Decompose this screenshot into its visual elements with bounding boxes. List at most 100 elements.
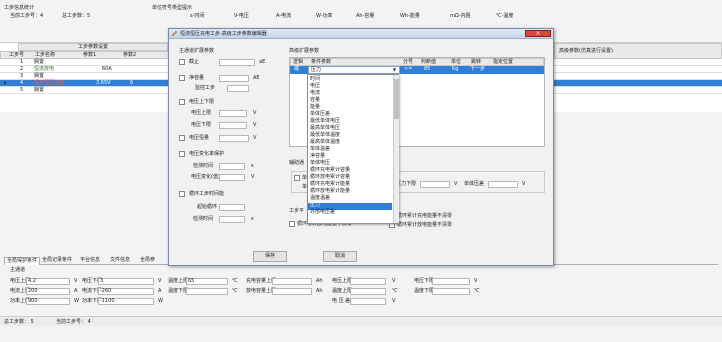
dropdown-item[interactable]: 温度温差	[308, 196, 392, 203]
net-cap-option[interactable]: 净容量 AE	[179, 75, 285, 83]
loop-time-label: 检测时间	[193, 216, 214, 222]
detect-time-unit: s	[251, 163, 254, 169]
param-select-value: 压力	[311, 67, 322, 73]
loop-energy-left-checkbox[interactable]	[289, 221, 295, 227]
power-upper-input[interactable]: 900	[26, 298, 70, 305]
aux-cell-checkbox[interactable]	[294, 175, 300, 181]
current-lower-input[interactable]: -260	[98, 288, 154, 295]
aux-temp-upper-input[interactable]	[350, 288, 386, 295]
voltage-limit-option[interactable]: 电压上下限	[179, 99, 285, 107]
v-upper-unit: V	[253, 110, 257, 116]
single-diff-input[interactable]	[488, 181, 518, 188]
field-unit: ℃	[474, 288, 480, 294]
voltage-rate-option[interactable]: 电压变化率保护	[179, 151, 285, 159]
cutoff-checkbox[interactable]	[179, 59, 185, 65]
voltage-limit-checkbox[interactable]	[179, 99, 185, 105]
loop-start-input[interactable]	[219, 204, 245, 211]
field-label: 电压上限	[332, 278, 353, 284]
tab-global-protect[interactable]: 全局保护条件	[4, 257, 41, 265]
cutoff-option[interactable]: 截止 aE	[179, 59, 285, 67]
col-header: 参数1	[83, 52, 97, 58]
voltage-change-unit: V	[251, 174, 255, 180]
row-no: 1	[20, 59, 24, 65]
dropdown-item[interactable]: 容量	[308, 98, 392, 105]
col-header: 跳转	[471, 59, 482, 65]
dropdown-item[interactable]: 外部电压差	[308, 210, 392, 217]
field-label: 温度上限	[332, 288, 353, 294]
field-unit: V	[392, 278, 396, 284]
discharge-cap-upper-input[interactable]	[272, 288, 312, 295]
loop-step-option[interactable]: 循环工步时间能	[179, 191, 285, 199]
cutoff-input[interactable]	[219, 59, 255, 66]
aux-temp-lower-input[interactable]	[432, 288, 470, 295]
temp-lower-input[interactable]	[186, 288, 228, 295]
voltage-const-input[interactable]	[219, 135, 249, 142]
field-unit: W	[74, 298, 79, 304]
save-button[interactable]: 保存	[253, 251, 287, 262]
dropdown-item[interactable]: 时间	[308, 77, 392, 84]
voltage-const-checkbox[interactable]	[179, 135, 185, 141]
loop-step-checkbox[interactable]	[179, 191, 185, 197]
v-lower-unit: V	[253, 122, 257, 128]
tab-global-params[interactable]: 全局参	[140, 258, 155, 263]
row-pointer-icon: ▸	[4, 80, 7, 86]
param-select[interactable]: 压力 ▼	[308, 66, 400, 74]
tab-global-record[interactable]: 全局记录条件	[42, 258, 72, 263]
loop-time-unit: s	[251, 216, 254, 222]
voltage-const-label: 电压恒量	[189, 135, 210, 141]
total-steps-label: 总工步数：5	[62, 13, 91, 19]
col-header: 参数2	[123, 52, 137, 58]
temp-upper-input[interactable]: 65	[186, 278, 228, 285]
stats-title: 工步信息统计	[4, 5, 35, 11]
v-upper-input[interactable]	[219, 110, 247, 117]
dropdown-scrollbar[interactable]	[393, 75, 399, 223]
condition-row[interactable]: 或 压力 ▼ >= 85 Kg 下一步	[290, 66, 544, 74]
net-cap-input[interactable]	[219, 75, 249, 82]
monitor-step-input[interactable]	[227, 85, 249, 92]
loop-time-input[interactable]	[219, 216, 245, 223]
detect-time-label: 检测时间	[193, 163, 214, 169]
voltage-upper-input[interactable]: 4.2	[26, 278, 70, 285]
aux-voltage-lower-input[interactable]	[432, 278, 470, 285]
row-param1: 3.65V	[96, 80, 111, 86]
close-icon[interactable]: ×	[525, 30, 551, 37]
voltage-rate-checkbox[interactable]	[179, 151, 185, 157]
voltage-diff-input[interactable]	[350, 298, 386, 305]
field-label: 电压下限	[414, 278, 435, 284]
current-step-label: 当前工步号：4	[10, 13, 44, 19]
tab-file-info[interactable]: 文件信息	[110, 258, 130, 263]
scrollbar-thumb[interactable]	[394, 79, 399, 119]
unit-value: Kg	[452, 66, 459, 72]
loop-energy-right: 循环累计充电能量不清零 循环累计放电能量不清零	[389, 213, 545, 231]
charge-cap-upper-input[interactable]	[272, 278, 312, 285]
power-lower-input[interactable]: -1100	[98, 298, 154, 305]
field-label: 电 压 差	[332, 298, 351, 304]
col-header: 条件参数	[311, 59, 332, 65]
dialog-titlebar: 恒流恒压充电工步-高级工步参数编辑器 ×	[169, 29, 553, 39]
dropdown-item[interactable]: 电流	[308, 91, 392, 98]
field-unit: Ah	[316, 278, 323, 284]
row-param2: 6	[130, 80, 134, 86]
tab-platform-info[interactable]: 平台信息	[80, 258, 100, 263]
detect-time-input[interactable]	[219, 163, 245, 170]
net-cap-checkbox[interactable]	[179, 75, 185, 81]
unit-hint: A-电流	[276, 13, 292, 19]
step-param-label: 工步平	[289, 208, 305, 214]
cutoff-label: 截止	[189, 59, 200, 65]
voltage-change-input[interactable]	[219, 174, 245, 181]
unit-hint: Ah-容量	[356, 13, 375, 19]
current-upper-input[interactable]: 200	[26, 288, 70, 295]
col-header: 逻辑	[293, 59, 304, 65]
pressure-lower-input[interactable]	[420, 181, 450, 188]
v-lower-input[interactable]	[219, 122, 247, 129]
cancel-button[interactable]: 取消	[323, 251, 357, 262]
monitor-step-label: 监控工步	[195, 85, 216, 91]
dropdown-item[interactable]: 电压	[308, 84, 392, 91]
pressure-lower-unit: V	[454, 181, 458, 187]
field-label: 温度下限	[414, 288, 435, 294]
voltage-lower-input[interactable]: 3	[98, 278, 154, 285]
voltage-const-option[interactable]: 电压恒量 V	[179, 135, 285, 143]
aux-voltage-upper-input[interactable]	[350, 278, 386, 285]
field-label: 温度下限	[168, 288, 189, 294]
field-unit: V	[474, 278, 478, 284]
